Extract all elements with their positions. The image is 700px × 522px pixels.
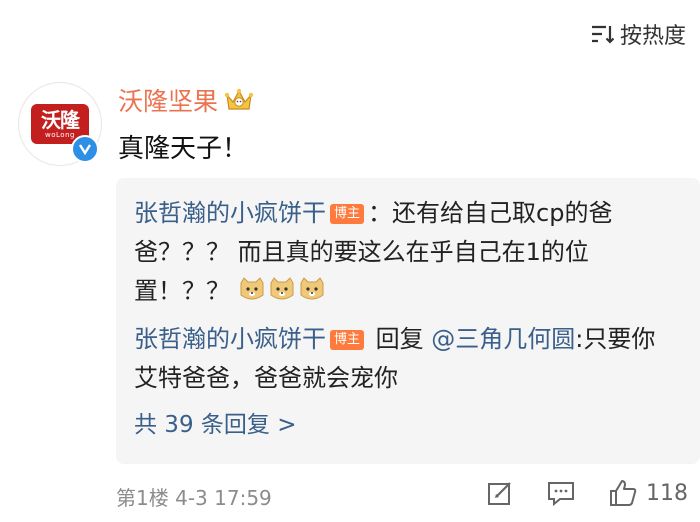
thumbs-up-icon: [610, 480, 637, 506]
reply-item[interactable]: 张哲瀚的小疯饼干 博主 ：还有给自己取cp的爸爸？？？ 而且真的要这么在乎自己在1的…: [134, 194, 678, 311]
verified-icon: [71, 135, 99, 163]
blogger-badge: 博主: [330, 204, 365, 224]
doge-emoji-group: [238, 277, 328, 305]
floor-number: 第1楼: [116, 486, 169, 510]
crown-icon: [224, 88, 254, 110]
share-edit-icon[interactable]: [486, 479, 514, 507]
comment-author[interactable]: 沃隆坚果: [118, 82, 254, 118]
comment-date: 4-3: [175, 486, 208, 510]
like-button[interactable]: 118: [608, 478, 688, 508]
comment-icon[interactable]: [546, 479, 576, 507]
doge-emoji-icon: [300, 277, 324, 300]
reply-item[interactable]: 张哲瀚的小疯饼干 博主 回复 @三角几何圆:只要你艾特爸爸，爸爸就会宠你: [134, 320, 678, 398]
brand-logo-text: 沃隆: [41, 107, 80, 132]
sort-by-hot-button[interactable]: 按热度: [590, 18, 686, 50]
blogger-badge: 博主: [330, 330, 365, 350]
reply-box[interactable]: 张哲瀚的小疯饼干 博主 ：还有给自己取cp的爸爸？？？ 而且真的要这么在乎自己在1的…: [116, 178, 700, 464]
username[interactable]: 沃隆坚果: [118, 82, 218, 118]
sort-label: 按热度: [619, 24, 686, 49]
avatar[interactable]: 沃隆 woLong: [18, 82, 102, 166]
more-replies-link[interactable]: 共 39 条回复 >: [134, 402, 678, 448]
comment-text: 真隆天子！: [118, 134, 249, 164]
mention-link[interactable]: @三角几何圆: [431, 325, 575, 353]
reply-nickname[interactable]: 张哲瀚的小疯饼干: [134, 199, 326, 227]
reply-word: 回复: [375, 325, 424, 353]
doge-emoji-icon: [270, 277, 294, 300]
comment-time: 17:59: [214, 486, 272, 510]
reply-nickname[interactable]: 张哲瀚的小疯饼干: [134, 325, 326, 353]
sort-icon: [591, 25, 614, 44]
comment-actions: 118: [486, 478, 688, 508]
comment-meta: 第1楼 4-3 17:59: [116, 482, 272, 511]
doge-emoji-icon: [240, 277, 264, 300]
like-count: 118: [646, 480, 688, 506]
